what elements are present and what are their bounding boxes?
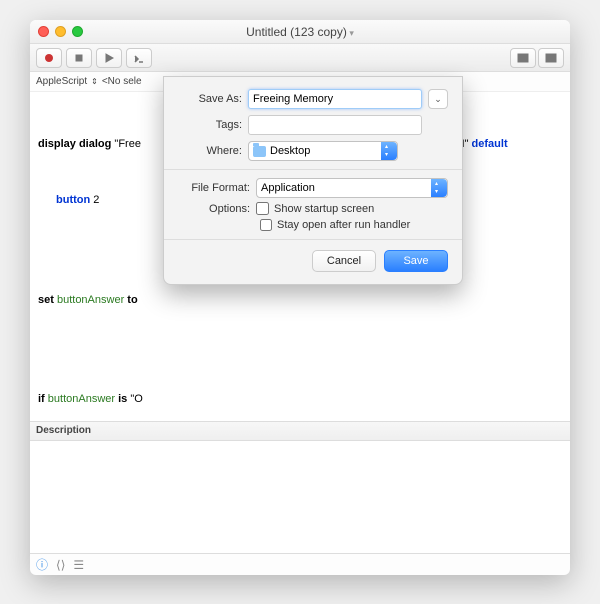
opt-startup-checkbox[interactable] xyxy=(256,202,269,215)
traffic-lights xyxy=(38,26,83,37)
opt-stayopen-checkbox[interactable] xyxy=(260,219,272,231)
view-toggle-left[interactable] xyxy=(510,48,536,68)
cancel-button[interactable]: Cancel xyxy=(312,250,376,272)
saveas-label: Save As: xyxy=(178,93,242,105)
saveas-input[interactable] xyxy=(248,89,422,109)
save-dialog: Save As: ⌄ Tags: Where: Desktop File For… xyxy=(163,76,463,285)
save-button[interactable]: Save xyxy=(384,250,448,272)
tags-input[interactable] xyxy=(248,115,422,135)
nav-icon[interactable]: ⟨⟩ xyxy=(56,558,65,572)
stop-button[interactable] xyxy=(66,48,92,68)
folder-icon xyxy=(253,146,266,157)
titlebar: Untitled (123 copy) xyxy=(30,20,570,44)
description-header[interactable]: Description xyxy=(30,421,570,441)
close-button[interactable] xyxy=(38,26,49,37)
tags-label: Tags: xyxy=(178,119,242,131)
options-label: Options: xyxy=(178,203,250,215)
view-toggle-right[interactable] xyxy=(538,48,564,68)
where-label: Where: xyxy=(178,145,242,157)
maximize-button[interactable] xyxy=(72,26,83,37)
minimize-button[interactable] xyxy=(55,26,66,37)
selection-popup[interactable]: <No sele xyxy=(102,76,142,87)
language-select[interactable]: AppleScript xyxy=(36,76,87,87)
run-button[interactable] xyxy=(96,48,122,68)
description-body[interactable] xyxy=(30,441,570,553)
toolbar xyxy=(30,44,570,72)
window-title[interactable]: Untitled (123 copy) xyxy=(246,25,354,39)
record-button[interactable] xyxy=(36,48,62,68)
list-icon[interactable]: ☰ xyxy=(73,558,84,572)
format-select[interactable]: Application xyxy=(256,178,448,198)
expand-button[interactable]: ⌄ xyxy=(428,89,448,109)
info-icon[interactable]: ⓘ xyxy=(36,556,48,573)
footer: ⓘ ⟨⟩ ☰ xyxy=(30,553,570,575)
where-select[interactable]: Desktop xyxy=(248,141,398,161)
format-label: File Format: xyxy=(178,182,250,194)
compile-button[interactable] xyxy=(126,48,152,68)
